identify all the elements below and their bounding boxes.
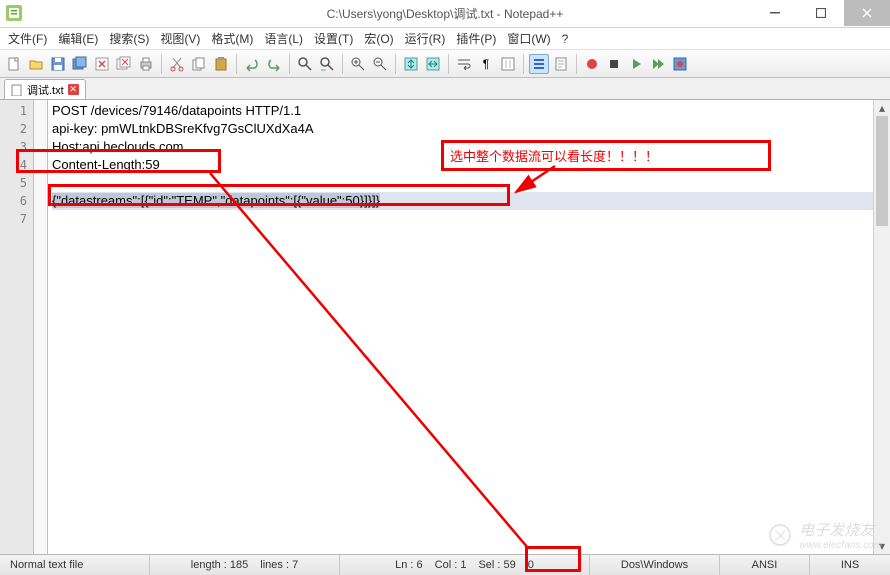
status-sel: Sel : 59 xyxy=(478,559,515,571)
menu-bar: 文件(F) 编辑(E) 搜索(S) 视图(V) 格式(M) 语言(L) 设置(T… xyxy=(0,28,890,50)
menu-run[interactable]: 运行(R) xyxy=(401,28,450,49)
watermark-icon xyxy=(765,520,795,550)
tab-label: 调试.txt xyxy=(27,82,64,98)
line-number: 3 xyxy=(0,138,33,156)
status-encoding: ANSI xyxy=(720,555,810,575)
save-macro-icon[interactable] xyxy=(670,54,690,74)
status-eol: Dos\Windows xyxy=(590,555,720,575)
tab-close-icon[interactable]: ✕ xyxy=(68,84,79,95)
menu-language[interactable]: 语言(L) xyxy=(260,28,307,49)
window-title: C:\Users\yong\Desktop\调试.txt - Notepad++ xyxy=(327,5,564,22)
close-all-icon[interactable] xyxy=(114,54,134,74)
callout-text: 选中整个数据流可以看长度！！！！ xyxy=(450,149,658,164)
tab-bar: 调试.txt ✕ xyxy=(0,78,890,100)
menu-help[interactable]: ? xyxy=(558,30,573,48)
menu-view[interactable]: 视图(V) xyxy=(156,28,204,49)
app-icon xyxy=(6,5,22,21)
vertical-scrollbar[interactable]: ▴ ▾ xyxy=(873,100,890,554)
window-buttons xyxy=(752,0,890,26)
fold-column xyxy=(34,100,48,554)
line-number: 2 xyxy=(0,120,33,138)
sync-v-icon[interactable] xyxy=(401,54,421,74)
show-all-chars-icon[interactable]: ¶ xyxy=(476,54,496,74)
new-file-icon[interactable] xyxy=(4,54,24,74)
find-icon[interactable] xyxy=(295,54,315,74)
code-line-selected: {"datastreams":[{"id":"TEMP","datapoints… xyxy=(52,192,890,210)
line-number: 5 xyxy=(0,174,33,192)
status-ln: Ln : 6 xyxy=(395,559,423,571)
menu-format[interactable]: 格式(M) xyxy=(207,28,257,49)
status-col: Col : 1 xyxy=(435,559,467,571)
record-macro-icon[interactable] xyxy=(582,54,602,74)
minimize-button[interactable] xyxy=(752,0,798,26)
copy-icon[interactable] xyxy=(189,54,209,74)
status-lines: lines : 7 xyxy=(260,559,298,571)
menu-plugins[interactable]: 插件(P) xyxy=(452,28,500,49)
wordwrap-icon[interactable] xyxy=(454,54,474,74)
code-line: POST /devices/79146/datapoints HTTP/1.1 xyxy=(52,102,890,120)
code-line: api-key: pmWLtnkDBSreKfvg7GsClUXdXa4A xyxy=(52,120,890,138)
status-sel-extra: 0 xyxy=(528,559,534,571)
redo-icon[interactable] xyxy=(264,54,284,74)
menu-file[interactable]: 文件(F) xyxy=(4,28,51,49)
code-line xyxy=(52,174,890,192)
watermark: 电子发烧友 www.elecfans.com xyxy=(765,519,882,551)
scroll-up-arrow-icon[interactable]: ▴ xyxy=(874,100,890,116)
line-number: 1 xyxy=(0,102,33,120)
file-tab[interactable]: 调试.txt ✕ xyxy=(4,79,86,99)
zoom-out-icon[interactable] xyxy=(370,54,390,74)
line-number-gutter: 1 2 3 4 5 6 7 xyxy=(0,100,34,554)
menu-window[interactable]: 窗口(W) xyxy=(503,28,554,49)
menu-search[interactable]: 搜索(S) xyxy=(105,28,153,49)
status-bar: Normal text file length : 185 lines : 7 … xyxy=(0,554,890,575)
status-length-lines: length : 185 lines : 7 xyxy=(150,555,340,575)
status-length: length : 185 xyxy=(191,559,249,571)
toolbar: ¶ xyxy=(0,50,890,78)
file-icon xyxy=(11,84,23,96)
line-number: 6 xyxy=(0,192,33,210)
watermark-url: www.elecfans.com xyxy=(799,540,882,551)
line-number: 4 xyxy=(0,156,33,174)
indent-guide-icon[interactable] xyxy=(498,54,518,74)
cut-icon[interactable] xyxy=(167,54,187,74)
zoom-in-icon[interactable] xyxy=(348,54,368,74)
open-file-icon[interactable] xyxy=(26,54,46,74)
maximize-button[interactable] xyxy=(798,0,844,26)
menu-macro[interactable]: 宏(O) xyxy=(360,28,397,49)
func-list-icon[interactable] xyxy=(529,54,549,74)
sync-h-icon[interactable] xyxy=(423,54,443,74)
save-all-icon[interactable] xyxy=(70,54,90,74)
print-icon[interactable] xyxy=(136,54,156,74)
paste-icon[interactable] xyxy=(211,54,231,74)
doc-map-icon[interactable] xyxy=(551,54,571,74)
play-multi-icon[interactable] xyxy=(648,54,668,74)
status-insert-mode: INS xyxy=(810,555,890,575)
stop-macro-icon[interactable] xyxy=(604,54,624,74)
code-line xyxy=(52,210,890,228)
scrollbar-thumb[interactable] xyxy=(876,116,888,226)
status-filetype: Normal text file xyxy=(0,555,150,575)
replace-icon[interactable] xyxy=(317,54,337,74)
annotation-callout: 选中整个数据流可以看长度！！！！ xyxy=(441,140,771,171)
line-number: 7 xyxy=(0,210,33,228)
watermark-text: 电子发烧友 xyxy=(799,519,882,540)
status-position: Ln : 6 Col : 1 Sel : 59 0 xyxy=(340,555,590,575)
save-icon[interactable] xyxy=(48,54,68,74)
menu-edit[interactable]: 编辑(E) xyxy=(54,28,102,49)
title-bar: C:\Users\yong\Desktop\调试.txt - Notepad++ xyxy=(0,0,890,28)
menu-settings[interactable]: 设置(T) xyxy=(310,28,357,49)
play-macro-icon[interactable] xyxy=(626,54,646,74)
close-button[interactable] xyxy=(844,0,890,26)
close-file-icon[interactable] xyxy=(92,54,112,74)
undo-icon[interactable] xyxy=(242,54,262,74)
